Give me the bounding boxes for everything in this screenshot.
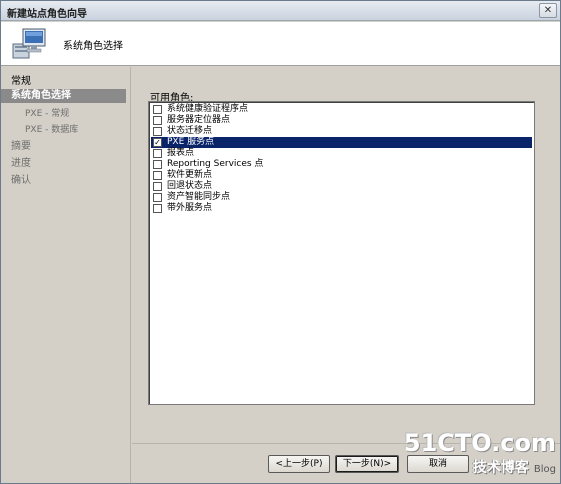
role-checkbox[interactable]	[153, 105, 162, 114]
role-item[interactable]: 系统健康验证程序点	[151, 104, 532, 115]
nav-item-general: 常规	[11, 76, 31, 87]
role-item[interactable]: 软件更新点	[151, 170, 532, 181]
nav-item-pxe-general: PXE - 常规	[25, 109, 70, 119]
role-item[interactable]: 带外服务点	[151, 203, 532, 214]
role-checkbox-checked[interactable]: ✓	[153, 138, 162, 147]
role-label: Reporting Services 点	[167, 159, 264, 169]
role-checkbox[interactable]	[153, 160, 162, 169]
role-label: 回退状态点	[167, 181, 213, 191]
nav-item-summary: 摘要	[11, 141, 31, 152]
watermark-blog: Blog	[533, 464, 556, 475]
close-icon: ✕	[543, 5, 553, 16]
role-item[interactable]: 回退状态点	[151, 181, 532, 192]
watermark-logo-text: 51CTO.com	[403, 429, 556, 457]
role-item[interactable]: 状态迁移点	[151, 126, 532, 137]
role-label: 服务器定位器点	[167, 115, 231, 125]
role-checkbox[interactable]	[153, 182, 162, 191]
nav-item-pxe-database: PXE - 数据库	[25, 125, 79, 135]
nav-item-confirm: 确认	[11, 175, 31, 186]
role-label: 带外服务点	[167, 203, 213, 213]
role-item[interactable]: Reporting Services 点	[151, 159, 532, 170]
watermark: 51CTO.com 技术博客 Blog	[404, 429, 556, 477]
wizard-nav: 常规 系统角色选择 PXE - 常规 PXE - 数据库 摘要 进度 确认	[1, 67, 131, 483]
role-item[interactable]: 服务器定位器点	[151, 115, 532, 126]
window-title: 新建站点角色向导	[7, 9, 87, 20]
role-label: 系统健康验证程序点	[167, 104, 249, 114]
next-button[interactable]: 下一步(N)>	[335, 455, 399, 473]
check-icon: ✓	[154, 138, 161, 147]
title-bar: 新建站点角色向导 ✕	[1, 1, 560, 21]
role-checkbox[interactable]	[153, 193, 162, 202]
role-label: 状态迁移点	[167, 126, 213, 136]
role-checkbox[interactable]	[153, 171, 162, 180]
previous-button[interactable]: <上一步(P)	[268, 455, 330, 473]
close-button[interactable]: ✕	[539, 3, 557, 18]
role-checkbox[interactable]	[153, 204, 162, 213]
header-title: 系统角色选择	[63, 41, 123, 52]
watermark-subtitle: 技术博客	[472, 460, 529, 476]
role-label: PXE 服务点	[167, 137, 215, 147]
role-item[interactable]: 资产智能同步点	[151, 192, 532, 203]
role-label: 软件更新点	[167, 170, 213, 180]
nav-item-system-role: 系统角色选择	[1, 89, 126, 103]
content-panel: 可用角色: 系统健康验证程序点 服务器定位器点 状态迁移点 ✓ PXE 服务点 …	[132, 67, 560, 443]
wizard-window: 新建站点角色向导 ✕ 系统角色选择 常规 系统角色选择 PXE - 常规 PXE…	[0, 0, 561, 484]
role-label: 报表点	[167, 148, 195, 158]
role-checkbox[interactable]	[153, 149, 162, 158]
wizard-header: 系统角色选择	[1, 22, 560, 66]
role-label: 资产智能同步点	[167, 192, 231, 202]
role-checkbox[interactable]	[153, 116, 162, 125]
roles-listbox[interactable]: 系统健康验证程序点 服务器定位器点 状态迁移点 ✓ PXE 服务点 报表点 Re…	[148, 101, 535, 405]
role-item-selected[interactable]: ✓ PXE 服务点	[151, 137, 532, 148]
role-checkbox[interactable]	[153, 127, 162, 136]
computer-wizard-icon	[12, 28, 46, 59]
nav-item-progress: 进度	[11, 158, 31, 169]
role-item[interactable]: 报表点	[151, 148, 532, 159]
